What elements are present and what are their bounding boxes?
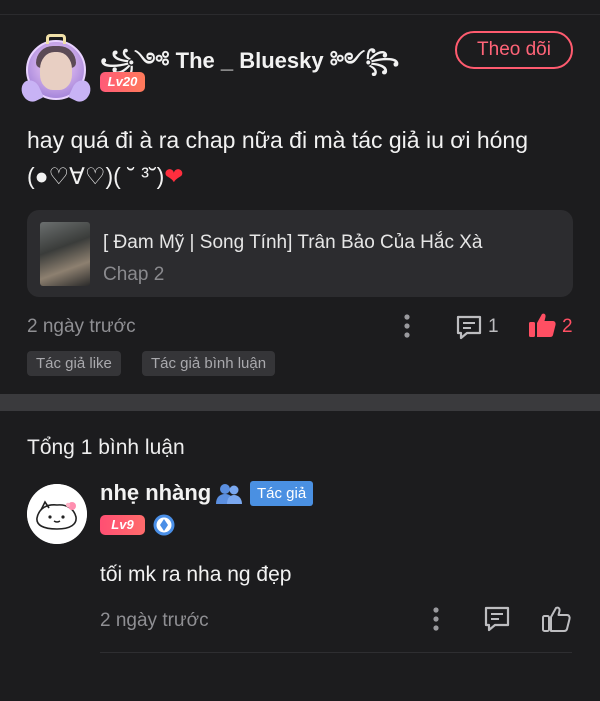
- reply-author-name[interactable]: nhẹ nhàng: [100, 480, 211, 506]
- tag-author-liked: Tác giả like: [27, 351, 121, 376]
- post-text: hay quá đi à ra chap nữa đi mà tác giả i…: [27, 127, 529, 189]
- avatar-crown-icon: [46, 34, 66, 44]
- post-username[interactable]: ꧁༺ The _ Bluesky ༻꧂: [100, 36, 399, 98]
- like-count: 2: [562, 316, 573, 337]
- reply-comment-icon[interactable]: [483, 605, 511, 633]
- story-cover-image: [40, 222, 90, 286]
- section-divider: [0, 394, 600, 411]
- story-card[interactable]: [ Đam Mỹ | Song Tính] Trân Bảo Của Hắc X…: [27, 210, 573, 297]
- top-divider: [0, 14, 600, 15]
- follow-button[interactable]: Theo dõi: [455, 31, 573, 69]
- comment-icon[interactable]: [455, 314, 483, 340]
- total-comments-heading: Tổng 1 bình luận: [27, 436, 185, 459]
- story-chapter: Chap 2: [103, 264, 165, 285]
- thumbs-up-filled-icon[interactable]: [527, 311, 557, 339]
- reply-text: tối mk ra nha ng đẹp: [100, 563, 292, 586]
- reply-level-badge: Lv9: [100, 515, 145, 535]
- comment-thread-page: ꧁༺ The _ Bluesky ༻꧂ Lv20 Theo dõi hay qu…: [0, 0, 600, 701]
- reply-thumbs-up-icon[interactable]: [541, 604, 571, 634]
- author-avatar[interactable]: [27, 484, 87, 544]
- people-icon: [216, 484, 242, 504]
- comment-count: 1: [488, 316, 499, 337]
- avatar-face: [40, 52, 72, 90]
- user-avatar[interactable]: [18, 34, 94, 105]
- story-title: [ Đam Mỹ | Song Tính] Trân Bảo Của Hắc X…: [103, 232, 483, 253]
- post-timestamp: 2 ngày trước: [27, 316, 136, 337]
- author-badge: Tác giả: [250, 481, 314, 506]
- post-content: hay quá đi à ra chap nữa đi mà tác giả i…: [27, 122, 572, 194]
- tag-author-commented: Tác giả bình luận: [142, 351, 276, 376]
- more-vertical-icon[interactable]: [401, 313, 413, 339]
- reply-divider: [100, 652, 572, 653]
- reply-more-vertical-icon[interactable]: [430, 606, 442, 632]
- user-level-badge: Lv20: [100, 72, 145, 92]
- reply-timestamp: 2 ngày trước: [100, 610, 209, 631]
- heart-emoji-icon: ❤: [164, 163, 184, 189]
- diamond-badge-icon: [153, 514, 175, 536]
